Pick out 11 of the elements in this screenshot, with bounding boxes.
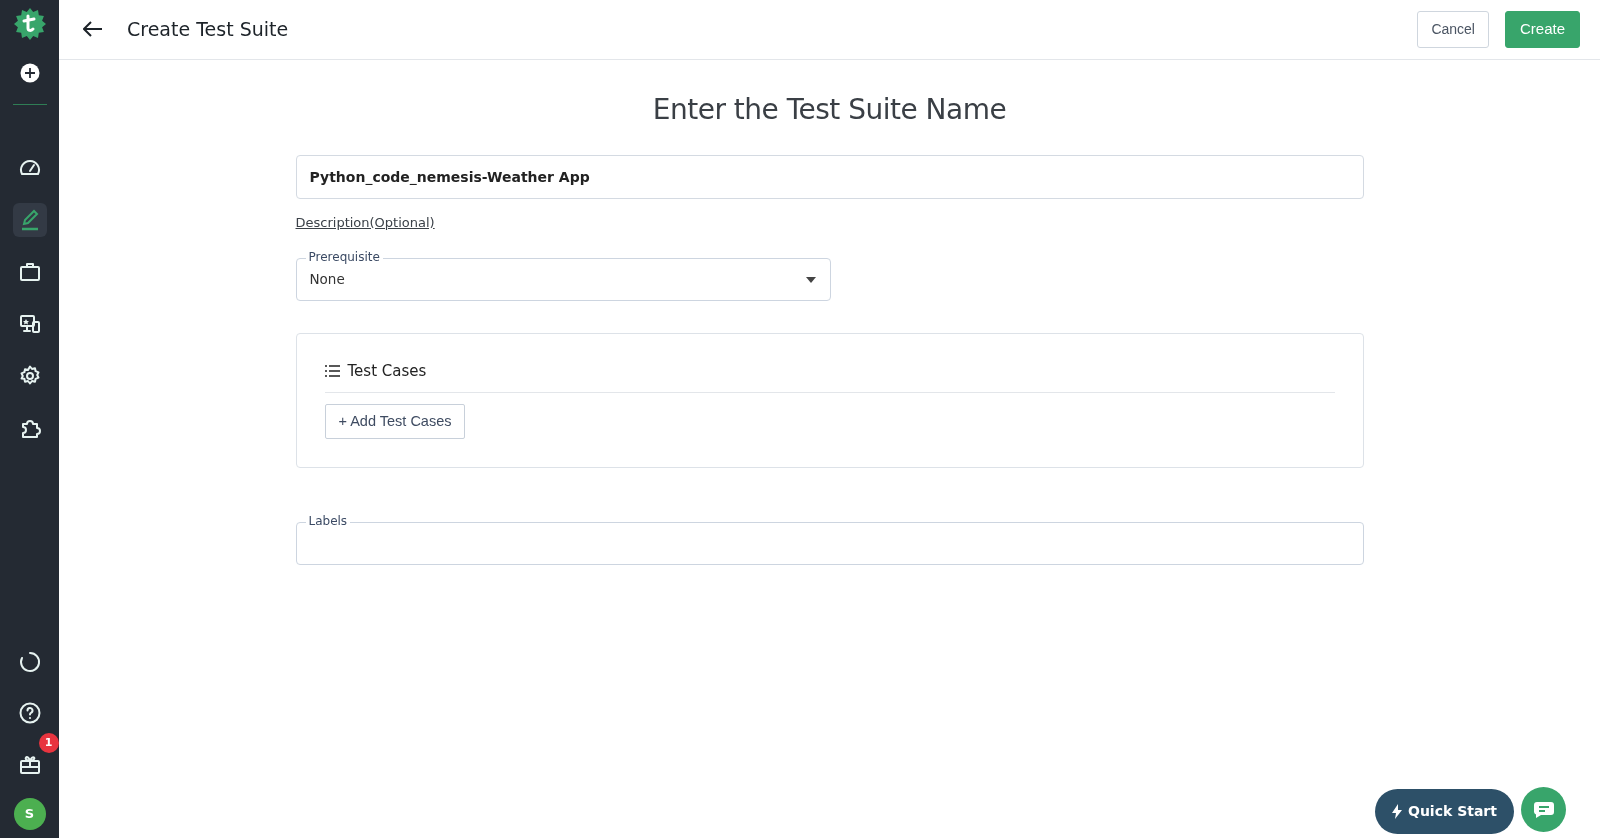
cancel-button[interactable]: Cancel [1417,11,1489,48]
page-title: Create Test Suite [127,18,289,41]
field-label: Prerequisite [305,249,383,266]
form-heading: Enter the Test Suite Name [651,93,1008,127]
add-test-cases-button[interactable]: + Add Test Cases [324,403,466,440]
notification-badge: 1 [38,733,59,753]
dropdown-value: None [309,270,345,290]
description-link[interactable]: Description(Optional) [295,212,435,233]
name-input-field[interactable]: Python_code_nemesis-Weather App [295,154,1364,199]
section-title: Test Cases [347,361,427,383]
quick-start-button[interactable]: Quick Start [1375,789,1514,834]
